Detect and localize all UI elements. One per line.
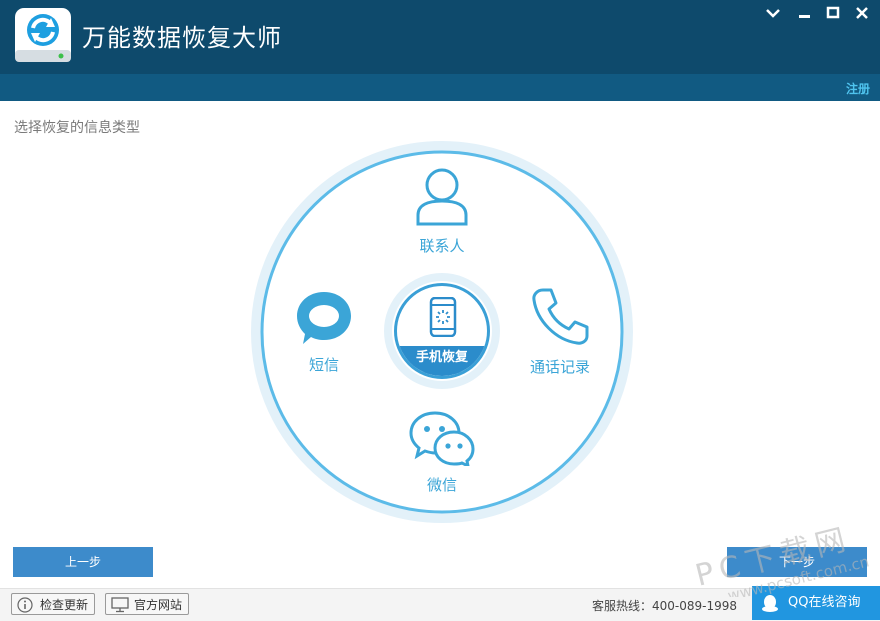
next-step-button[interactable]: 下一步 — [727, 547, 867, 577]
sms-icon — [297, 292, 351, 344]
monitor-icon — [111, 597, 129, 613]
option-call-log-label: 通话记录 — [529, 358, 590, 376]
info-icon — [17, 597, 33, 613]
qq-consult-button[interactable]: QQ在线咨询 — [752, 586, 880, 620]
contacts-icon — [416, 168, 468, 226]
mobile-icon — [429, 297, 457, 337]
qq-consult-label: QQ在线咨询 — [788, 595, 861, 610]
official-site-button[interactable]: 官方网站 — [105, 593, 189, 615]
option-call-log[interactable]: 通话记录 — [520, 286, 600, 377]
prev-step-button[interactable]: 上一步 — [13, 547, 153, 577]
footer-bar: 检查更新 官方网站 客服热线：400-089-1998 — [0, 588, 880, 621]
option-sms[interactable]: 短信 — [288, 290, 360, 375]
option-sms-label: 短信 — [308, 356, 339, 374]
option-wechat-label: 微信 — [426, 476, 457, 494]
check-update-label: 检查更新 — [40, 598, 89, 612]
phone-icon — [532, 288, 589, 345]
option-contacts[interactable]: 联系人 — [402, 167, 482, 256]
phone-recovery-button[interactable]: 手机恢复 — [394, 283, 490, 379]
official-site-label: 官方网站 — [134, 598, 183, 612]
qq-icon — [762, 595, 778, 612]
option-contacts-label: 联系人 — [419, 237, 465, 255]
wechat-icon — [409, 411, 475, 469]
hotline-text: 客服热线：400-089-1998 — [592, 599, 738, 613]
phone-recovery-label: 手机恢复 — [415, 350, 468, 365]
check-update-button[interactable]: 检查更新 — [11, 593, 95, 615]
option-wechat[interactable]: 微信 — [404, 410, 480, 495]
